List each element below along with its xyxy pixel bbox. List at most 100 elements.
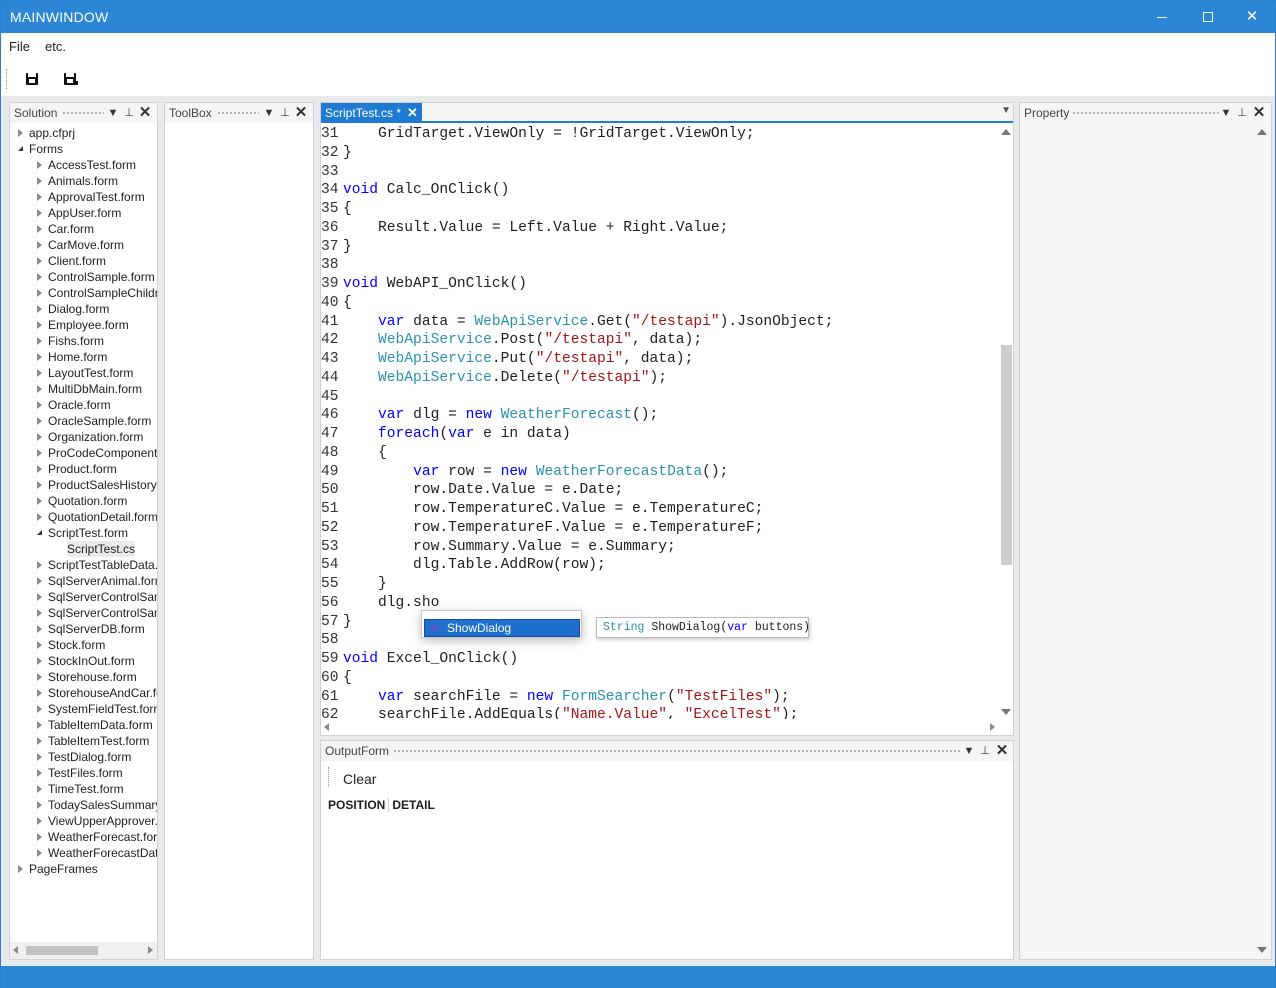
chevron-down-icon[interactable]: ▼ (262, 104, 276, 122)
save-button[interactable] (21, 68, 43, 90)
expand-closed-icon[interactable] (37, 177, 42, 185)
expand-closed-icon[interactable] (37, 833, 42, 841)
expand-closed-icon[interactable] (37, 433, 42, 441)
close-icon[interactable]: ✕ (407, 105, 418, 120)
expand-closed-icon[interactable] (37, 257, 42, 265)
code-line[interactable]: 33 (321, 163, 343, 182)
expand-closed-icon[interactable] (37, 673, 42, 681)
vertical-scrollbar[interactable] (999, 125, 1013, 719)
scroll-up-icon[interactable] (1001, 129, 1011, 135)
close-icon[interactable]: ✕ (294, 104, 308, 122)
expand-closed-icon[interactable] (37, 849, 42, 857)
expand-closed-icon[interactable] (37, 785, 42, 793)
tab-list-dropdown-icon[interactable]: ▼ (1001, 105, 1011, 116)
completion-item[interactable]: ShowDialog (424, 619, 580, 637)
expand-closed-icon[interactable] (37, 497, 42, 505)
expand-closed-icon[interactable] (37, 305, 42, 313)
expand-closed-icon[interactable] (37, 273, 42, 281)
code-line[interactable]: 60{ (321, 669, 352, 688)
chevron-down-icon[interactable]: ▼ (1219, 104, 1233, 122)
code-line[interactable]: 50 row.Date.Value = e.Date; (321, 481, 623, 500)
code-line[interactable]: 47 foreach(var e in data) (321, 425, 571, 444)
scroll-thumb[interactable] (1001, 345, 1012, 565)
code-line[interactable]: 43 WebApiService.Put("/testapi", data); (321, 350, 693, 369)
minimize-button[interactable] (1139, 1, 1185, 33)
expand-open-icon[interactable] (18, 146, 23, 151)
expand-closed-icon[interactable] (37, 289, 42, 297)
pin-icon[interactable]: ⊥ (122, 104, 136, 122)
code-line[interactable]: 57} (321, 613, 352, 632)
expand-closed-icon[interactable] (37, 161, 42, 169)
code-line[interactable]: 45 (321, 388, 343, 407)
expand-closed-icon[interactable] (37, 417, 42, 425)
expand-closed-icon[interactable] (37, 737, 42, 745)
expand-closed-icon[interactable] (37, 577, 42, 585)
code-line[interactable]: 54 dlg.Table.AddRow(row); (321, 556, 606, 575)
expand-closed-icon[interactable] (37, 225, 42, 233)
scroll-down-icon[interactable] (1257, 947, 1267, 953)
expand-closed-icon[interactable] (37, 337, 42, 345)
expand-closed-icon[interactable] (37, 321, 42, 329)
scroll-down-icon[interactable] (1001, 709, 1011, 715)
expand-closed-icon[interactable] (37, 593, 42, 601)
expand-closed-icon[interactable] (37, 193, 42, 201)
column-header-position[interactable]: POSITION (325, 798, 390, 812)
expand-closed-icon[interactable] (37, 817, 42, 825)
expand-closed-icon[interactable] (37, 561, 42, 569)
expand-closed-icon[interactable] (37, 353, 42, 361)
expand-closed-icon[interactable] (37, 385, 42, 393)
code-line[interactable]: 53 row.Summary.Value = e.Summary; (321, 538, 676, 557)
expand-closed-icon[interactable] (37, 369, 42, 377)
expand-open-icon[interactable] (37, 530, 42, 535)
expand-closed-icon[interactable] (37, 721, 42, 729)
column-header-detail[interactable]: DETAIL (389, 798, 437, 812)
save-all-button[interactable] (59, 68, 81, 90)
horizontal-scrollbar[interactable] (10, 942, 157, 959)
code-line[interactable]: 39 void WebAPI_OnClick() (321, 275, 527, 294)
expand-closed-icon[interactable] (37, 689, 42, 697)
code-line[interactable]: 36 Result.Value = Left.Value + Right.Val… (321, 219, 728, 238)
expand-closed-icon[interactable] (37, 657, 42, 665)
expand-closed-icon[interactable] (37, 401, 42, 409)
expand-closed-icon[interactable] (37, 753, 42, 761)
code-line[interactable]: 58 (321, 631, 343, 650)
pin-icon[interactable]: ⊥ (278, 104, 292, 122)
code-line[interactable]: 34 void Calc_OnClick() (321, 181, 509, 200)
code-line[interactable]: 41 var data = WebApiService.Get("/testap… (321, 313, 833, 332)
code-line[interactable]: 49 var row = new WeatherForecastData(); (321, 463, 728, 482)
code-line[interactable]: 46 var dlg = new WeatherForecast(); (321, 406, 658, 425)
code-line[interactable]: 44 WebApiService.Delete("/testapi"); (321, 369, 667, 388)
expand-closed-icon[interactable] (37, 513, 42, 521)
menu-etc[interactable]: etc. (45, 39, 66, 54)
scroll-up-icon[interactable] (1257, 129, 1267, 135)
expand-closed-icon[interactable] (18, 129, 23, 137)
horizontal-scrollbar[interactable] (321, 719, 999, 735)
code-line[interactable]: 38 (321, 256, 343, 275)
close-icon[interactable]: ✕ (995, 742, 1009, 760)
expand-closed-icon[interactable] (37, 801, 42, 809)
toolbar-grip[interactable] (6, 69, 9, 89)
scroll-thumb[interactable] (26, 946, 98, 955)
expand-closed-icon[interactable] (37, 241, 42, 249)
scroll-left-icon[interactable] (13, 946, 18, 954)
scroll-left-icon[interactable] (324, 723, 329, 731)
expand-closed-icon[interactable] (37, 769, 42, 777)
code-line[interactable]: 37} (321, 238, 352, 257)
expand-closed-icon[interactable] (37, 465, 42, 473)
code-line[interactable]: 51 row.TemperatureC.Value = e.Temperatur… (321, 500, 763, 519)
scroll-right-icon[interactable] (990, 723, 995, 731)
toolbar-grip[interactable] (328, 767, 329, 787)
code-line[interactable]: 59 void Excel_OnClick() (321, 650, 518, 669)
code-line[interactable]: 32} (321, 144, 352, 163)
header-grip[interactable] (325, 749, 961, 754)
menu-file[interactable]: File (9, 39, 30, 54)
close-icon[interactable]: ✕ (1252, 104, 1266, 122)
expand-closed-icon[interactable] (37, 705, 42, 713)
expand-closed-icon[interactable] (37, 625, 42, 633)
code-line[interactable]: 62 searchFile.AddEquals("Name.Value", "E… (321, 706, 798, 719)
pin-icon[interactable]: ⊥ (978, 742, 992, 760)
scroll-right-icon[interactable] (148, 946, 153, 954)
expand-closed-icon[interactable] (37, 449, 42, 457)
expand-closed-icon[interactable] (37, 609, 42, 617)
expand-closed-icon[interactable] (37, 481, 42, 489)
